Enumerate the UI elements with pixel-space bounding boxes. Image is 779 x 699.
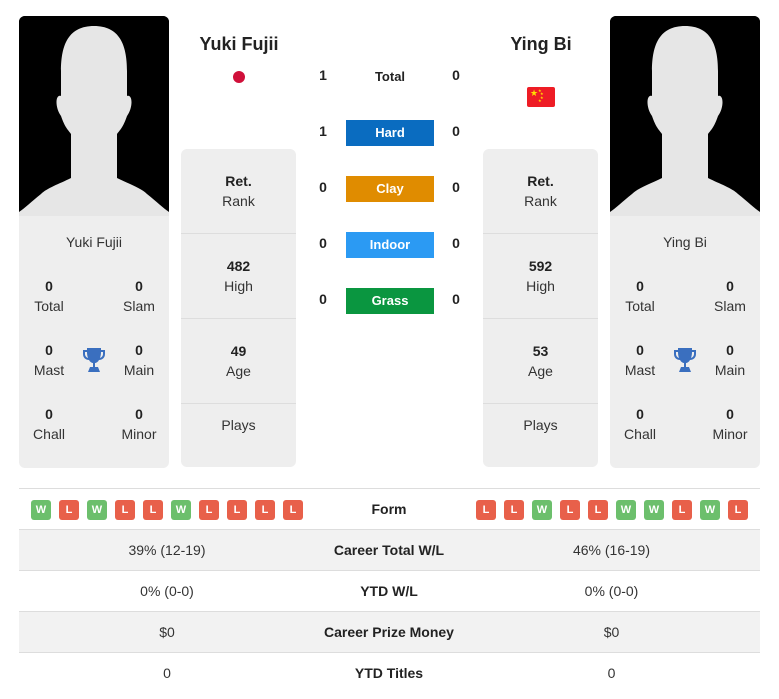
player2-name-link[interactable]: Ying Bi (471, 34, 611, 55)
form-win-badge[interactable]: W (31, 500, 51, 520)
surface-hard-badge[interactable]: Hard (346, 120, 434, 146)
form-win-badge[interactable]: W (616, 500, 636, 520)
form-label: Form (371, 501, 407, 517)
form-loss-badge[interactable]: L (199, 500, 219, 520)
form-loss-badge[interactable]: L (255, 500, 275, 520)
player1-slam-titles: 0 Slam (123, 278, 155, 314)
player-silhouette-icon (610, 16, 760, 216)
player1-form-badges: WLWLLWLLLL (31, 500, 303, 520)
china-flag-icon: ★ ★ ★ ★ ★ (527, 87, 555, 107)
player2-ytd-titles: 0 (607, 665, 616, 681)
trophy-icon (674, 348, 696, 372)
form-win-badge[interactable]: W (532, 500, 552, 520)
career-wl-label: Career Total W/L (333, 542, 445, 558)
player2-ytd-wl: 0% (0-0) (584, 583, 639, 599)
player1-ytd-titles: 0 (163, 665, 171, 681)
player2-titles-card: Ying Bi 0 Total 0 Slam 0 Mast 0 Main 0 C… (610, 216, 760, 468)
form-loss-badge[interactable]: L (728, 500, 748, 520)
player1-total-titles: 0 Total (34, 278, 64, 314)
player2-ranking-panel: Ret. Rank 592 High 53 Age Plays (483, 149, 598, 467)
player1-challenger-titles: 0 Chall (33, 406, 65, 442)
player2-masters-titles: 0 Mast (624, 342, 656, 378)
h2h-hard-p2: 0 (452, 123, 460, 139)
player1-main-titles: 0 Main (123, 342, 155, 378)
player1-photo (19, 16, 169, 216)
h2h-total-p1: 1 (319, 67, 327, 83)
form-loss-badge[interactable]: L (672, 500, 692, 520)
player2-plays: Plays (523, 416, 558, 433)
h2h-grass-p1: 0 (319, 291, 327, 307)
form-row: WLWLLWLLLL Form LLWLLWWLWL (19, 488, 760, 529)
prize-money-label: Career Prize Money (324, 624, 454, 640)
player2-minor-titles: 0 Minor (712, 406, 748, 442)
ytd-wl-row: 0% (0-0) YTD W/L 0% (0-0) (19, 570, 760, 611)
form-loss-badge[interactable]: L (588, 500, 608, 520)
form-loss-badge[interactable]: L (476, 500, 496, 520)
form-win-badge[interactable]: W (644, 500, 664, 520)
trophy-icon (83, 348, 105, 372)
h2h-indoor-p2: 0 (452, 235, 460, 251)
form-win-badge[interactable]: W (700, 500, 720, 520)
h2h-indoor-p1: 0 (319, 235, 327, 251)
player1-ytd-wl: 0% (0-0) (140, 583, 194, 599)
h2h-total-label: Total (374, 69, 406, 84)
player2-total-titles: 0 Total (625, 278, 655, 314)
form-loss-badge[interactable]: L (115, 500, 135, 520)
form-loss-badge[interactable]: L (283, 500, 303, 520)
player1-minor-titles: 0 Minor (121, 406, 157, 442)
player1-masters-titles: 0 Mast (33, 342, 65, 378)
surface-clay-badge[interactable]: Clay (346, 176, 434, 202)
player1-titles-card: Yuki Fujii 0 Total 0 Slam 0 Mast 0 Main … (19, 216, 169, 468)
player2-career-wl: 46% (16-19) (572, 542, 651, 558)
h2h-total-p2: 0 (452, 67, 460, 83)
player2-high: 592 High (483, 234, 598, 319)
form-win-badge[interactable]: W (171, 500, 191, 520)
h2h-clay-p1: 0 (319, 179, 327, 195)
h2h-hard-p1: 1 (319, 123, 327, 139)
player1-rank: Ret. Rank (181, 149, 296, 234)
form-loss-badge[interactable]: L (504, 500, 524, 520)
player1-ranking-panel: Ret. Rank 482 High 49 Age Plays (181, 149, 296, 467)
japan-flag-icon (225, 67, 253, 87)
surface-indoor-badge[interactable]: Indoor (346, 232, 434, 258)
player1-high: 482 High (181, 234, 296, 319)
form-loss-badge[interactable]: L (227, 500, 247, 520)
player2-main-titles: 0 Main (714, 342, 746, 378)
ytd-wl-label: YTD W/L (360, 583, 418, 599)
form-loss-badge[interactable]: L (560, 500, 580, 520)
player2-form-badges: LLWLLWWLWL (476, 500, 748, 520)
surface-grass-badge[interactable]: Grass (346, 288, 434, 314)
player1-name-link[interactable]: Yuki Fujii (169, 34, 309, 55)
player2-challenger-titles: 0 Chall (624, 406, 656, 442)
player-silhouette-icon (19, 16, 169, 216)
ytd-titles-label: YTD Titles (354, 665, 424, 681)
ytd-titles-row: 0 YTD Titles 0 (19, 652, 760, 693)
player1-plays: Plays (221, 416, 256, 433)
player1-card-name: Yuki Fujii (65, 234, 123, 250)
player2-prize-money: $0 (603, 624, 620, 640)
form-loss-badge[interactable]: L (143, 500, 163, 520)
player2-card-name: Ying Bi (663, 234, 707, 250)
form-win-badge[interactable]: W (87, 500, 107, 520)
form-loss-badge[interactable]: L (59, 500, 79, 520)
career-wl-row: 39% (12-19) Career Total W/L 46% (16-19) (19, 529, 760, 570)
player2-photo (610, 16, 760, 216)
player1-prize-money: $0 (159, 624, 175, 640)
player2-slam-titles: 0 Slam (714, 278, 746, 314)
prize-money-row: $0 Career Prize Money $0 (19, 611, 760, 652)
h2h-grass-p2: 0 (452, 291, 460, 307)
player2-rank: Ret. Rank (483, 149, 598, 234)
player1-career-wl: 39% (12-19) (128, 542, 206, 558)
h2h-clay-p2: 0 (452, 179, 460, 195)
